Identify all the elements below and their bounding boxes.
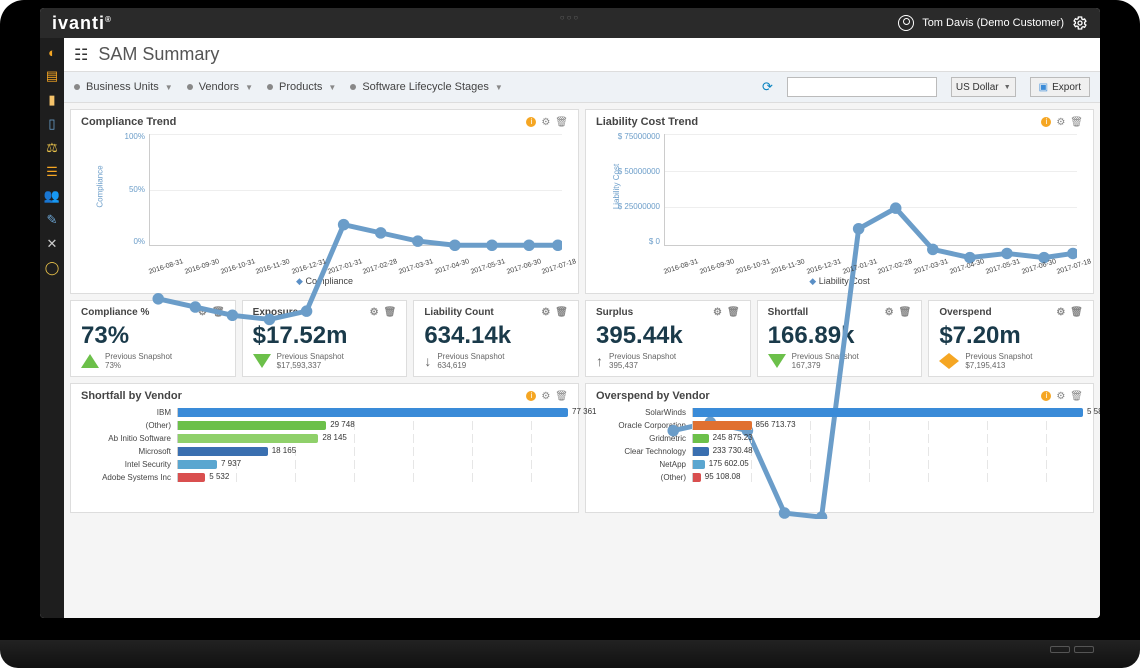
user-avatar-icon[interactable] — [898, 15, 914, 31]
up-arrow-icon — [81, 354, 99, 368]
nav-server-icon[interactable]: ▤ — [44, 68, 60, 84]
refresh-icon[interactable]: ⟳ — [762, 79, 773, 95]
panel-title: Compliance Trend — [81, 116, 176, 128]
y-axis-ticks: $ 75000000 $ 50000000 $ 25000000 $ 0 — [614, 132, 660, 246]
bar-value: 18 165 — [272, 446, 296, 455]
bar-rail: 175 602.05 — [692, 460, 1083, 469]
bar-value: 233 730.48 — [713, 446, 753, 455]
bar-fill — [178, 408, 568, 417]
export-icon: ▣ — [1039, 82, 1048, 93]
currency-select[interactable]: US Dollar — [951, 77, 1016, 97]
panel-liability-trend: Liability Cost Trend i ⚙ 🗑 Liability Cos… — [585, 109, 1094, 294]
bar-value: 5 532 — [209, 472, 229, 481]
user-label[interactable]: Tom Davis (Demo Customer) — [922, 17, 1064, 29]
panel-compliance-trend: Compliance Trend i ⚙ 🗑 Compliance 100% — [70, 109, 579, 294]
bar-value: 28 145 — [322, 433, 346, 442]
filter-bar: Business Units▼ Vendors▼ Products▼ Softw… — [64, 72, 1100, 103]
bar-value: 175 602.05 — [709, 459, 749, 468]
bar-rail: 233 730.48 — [692, 447, 1083, 456]
bar-value: 5 588 383.76 — [1087, 407, 1100, 416]
list-toggle-icon[interactable]: ☷ — [74, 45, 88, 65]
bar-fill — [693, 460, 705, 469]
bar-rail: 29 748 — [177, 421, 568, 430]
sidebar: ◐ ▤ ▮ ▯ ⚖ ☰ 👥 ✎ ✕ ◯ — [40, 38, 64, 618]
bar-rail: 856 713.73 — [692, 421, 1083, 430]
bar-fill — [178, 447, 268, 456]
bar-fill — [693, 434, 709, 443]
nav-document-icon[interactable]: ▯ — [44, 116, 60, 132]
gear-icon[interactable]: ⚙ — [1056, 117, 1065, 128]
info-icon[interactable]: i — [526, 117, 536, 127]
info-icon[interactable]: i — [1041, 117, 1051, 127]
bar-rail: 245 875.23 — [692, 434, 1083, 443]
bar-fill — [693, 473, 701, 482]
filter-vendors[interactable]: Vendors▼ — [187, 81, 253, 93]
panel-title: Liability Cost Trend — [596, 116, 698, 128]
bar-rail: 5 532 — [177, 473, 568, 482]
filter-business-units[interactable]: Business Units▼ — [74, 81, 173, 93]
nav-dashboard-icon[interactable]: ◐ — [44, 44, 60, 60]
bar-rail: 7 937 — [177, 460, 568, 469]
camera-dots: ○○○ — [560, 13, 581, 22]
nav-tools-icon[interactable]: ✕ — [44, 236, 60, 252]
nav-edit-icon[interactable]: ✎ — [44, 212, 60, 228]
bar-value: 245 875.23 — [713, 433, 753, 442]
bar-value: 856 713.73 — [756, 420, 796, 429]
kpi-label: Compliance % — [81, 307, 149, 318]
bar-fill — [178, 434, 318, 443]
settings-icon[interactable] — [1072, 15, 1088, 31]
y-axis-ticks: 100% 50% 0% — [99, 132, 145, 246]
search-input[interactable] — [787, 77, 937, 97]
nav-circle-icon[interactable]: ◯ — [44, 260, 60, 276]
x-axis: 2016-08-312016-09-302016-10-312016-11-30… — [664, 269, 1077, 276]
bar-fill — [693, 447, 709, 456]
nav-people-icon[interactable]: 👥 — [44, 188, 60, 204]
page-title: SAM Summary — [98, 44, 219, 65]
nav-balance-icon[interactable]: ⚖ — [44, 140, 60, 156]
up-arrow-icon: ↑ — [596, 353, 603, 369]
export-button[interactable]: ▣ Export — [1030, 77, 1090, 97]
bar-rail: 18 165 — [177, 447, 568, 456]
bar-rail: 77 361 — [177, 408, 568, 417]
bar-fill — [178, 473, 205, 482]
bar-rail: 95 108.08 — [692, 473, 1083, 482]
bar-value: 77 361 — [572, 407, 596, 416]
bar-fill — [693, 421, 752, 430]
bar-value: 7 937 — [221, 459, 241, 468]
delete-icon[interactable]: 🗑 — [555, 117, 568, 128]
bar-rail: 5 588 383.76 — [692, 408, 1083, 417]
x-axis: 2016-08-312016-09-302016-10-312016-11-30… — [149, 269, 562, 276]
brand-logo: ivanti® — [52, 13, 112, 34]
bar-value: 29 748 — [330, 420, 354, 429]
bar-fill — [178, 421, 326, 430]
bar-fill — [693, 408, 1083, 417]
filter-products[interactable]: Products▼ — [267, 81, 336, 93]
kpi-label: Surplus — [596, 307, 633, 318]
gear-icon[interactable]: ⚙ — [541, 117, 550, 128]
filter-lifecycle[interactable]: Software Lifecycle Stages▼ — [350, 81, 503, 93]
nav-chart-icon[interactable]: ▮ — [44, 92, 60, 108]
nav-list-icon[interactable]: ☰ — [44, 164, 60, 180]
bar-rail: 28 145 — [177, 434, 568, 443]
bar-fill — [178, 460, 217, 469]
delete-icon[interactable]: 🗑 — [1070, 117, 1083, 128]
bar-value: 95 108.08 — [705, 472, 741, 481]
